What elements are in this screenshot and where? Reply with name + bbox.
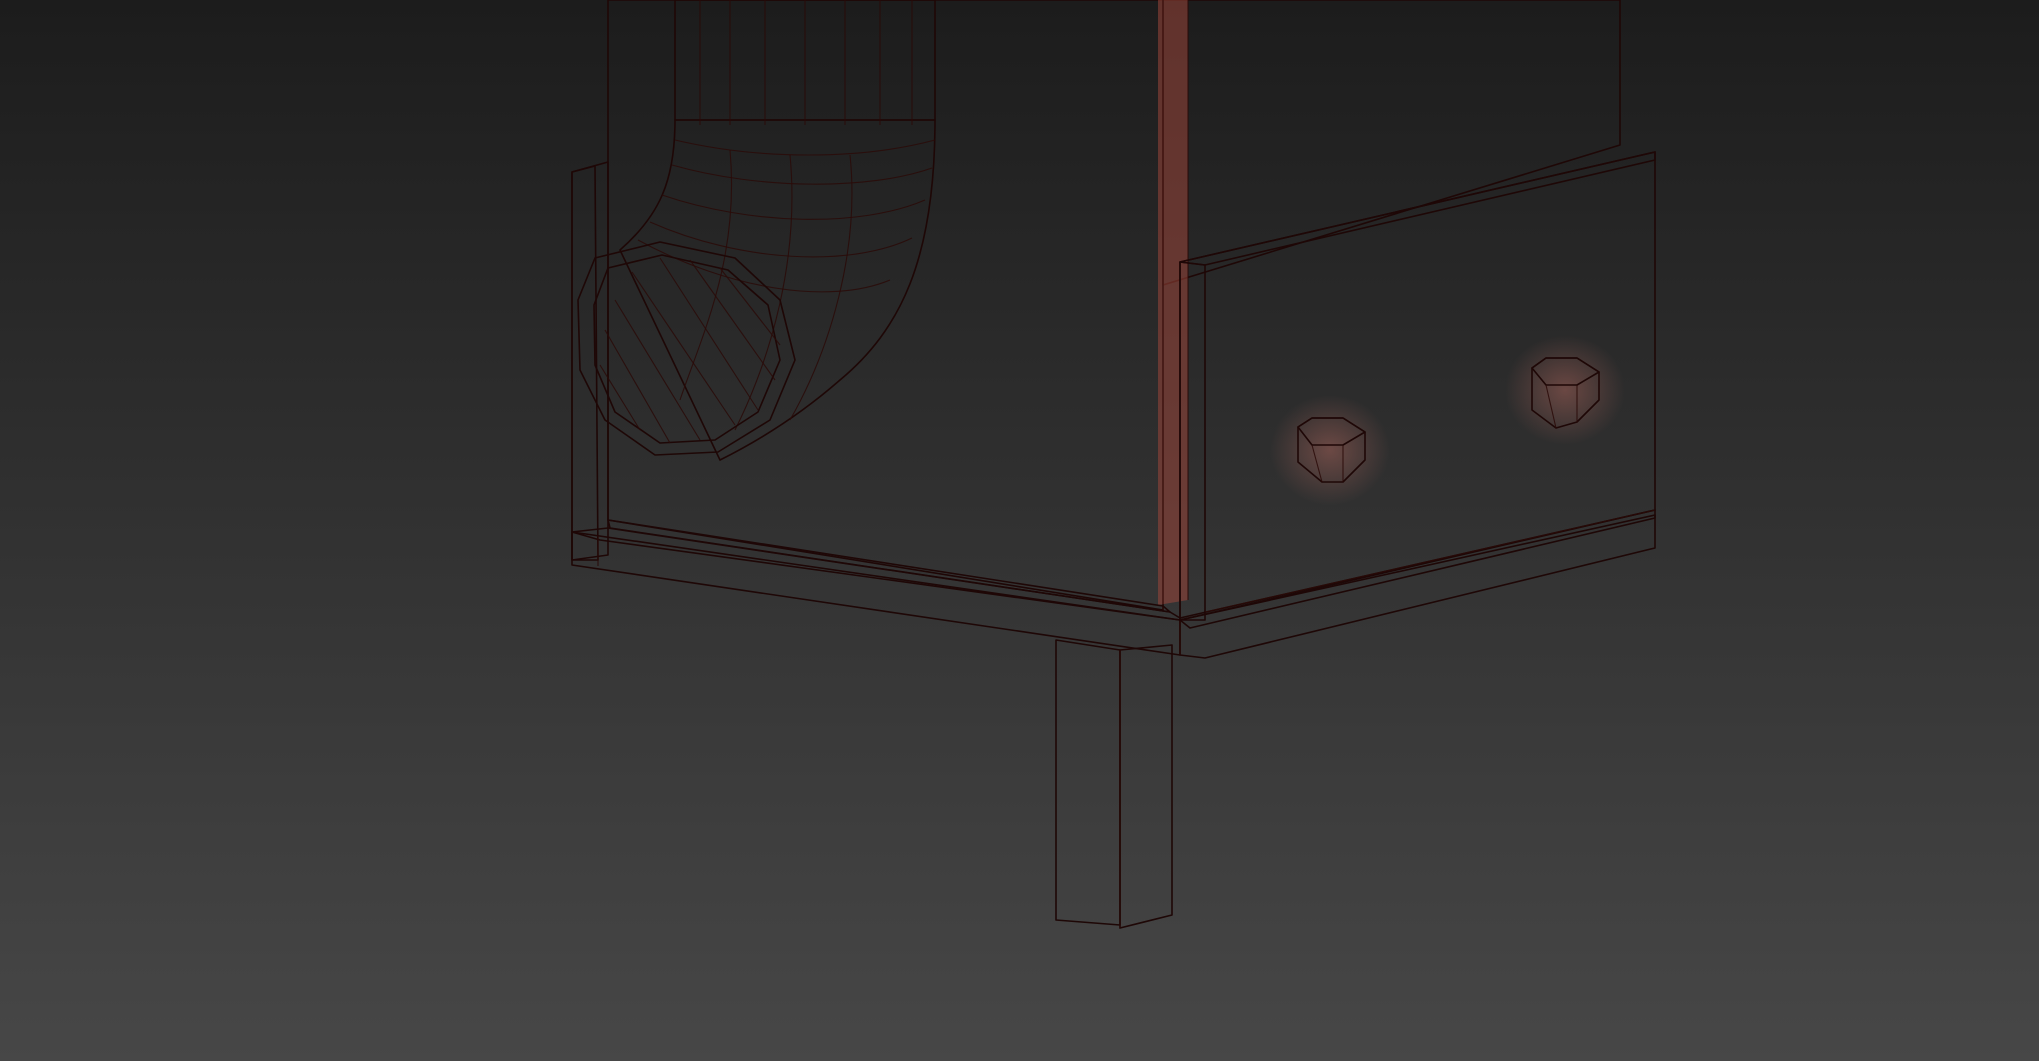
viewport-background <box>0 0 2039 1061</box>
bolt-glow <box>1270 395 1390 505</box>
bolt-glow <box>1505 335 1625 445</box>
3d-viewport[interactable] <box>0 0 2039 1061</box>
